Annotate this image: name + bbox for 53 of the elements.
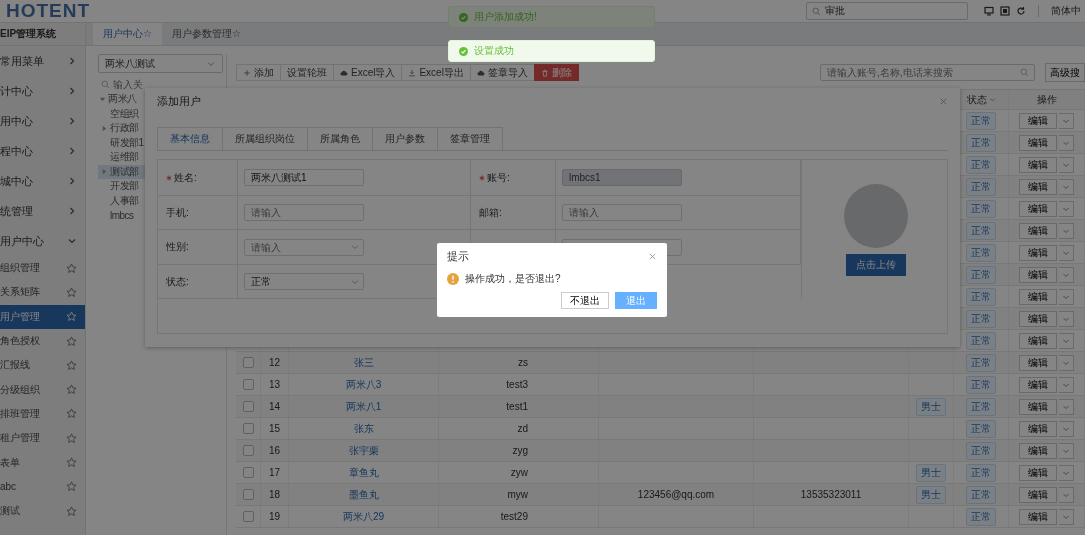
table-cell: zd (517, 423, 528, 434)
status-tag: 正常 (966, 111, 996, 130)
row-number: 14 (268, 401, 281, 412)
table-cell: zyw (510, 467, 528, 478)
table-cell: test1 (506, 401, 528, 412)
status-tag: 正常 (966, 243, 996, 262)
success-toast: 设置成功 (448, 40, 655, 62)
status-tag: 正常 (966, 221, 996, 240)
status-tag: 正常 (966, 309, 996, 328)
table-cell: test29 (500, 511, 528, 522)
status-tag: 正常 (966, 441, 996, 460)
gender-tag: 男士 (916, 463, 946, 482)
table-cell: 123456@qq.com (637, 489, 715, 500)
status-tag: 正常 (966, 199, 996, 218)
table-cell: test3 (506, 379, 528, 390)
field-label: 手机: (166, 205, 189, 220)
status-tag: 正常 (966, 397, 996, 416)
row-number: 12 (268, 357, 281, 368)
logo-text: HOTENT (5, 0, 91, 22)
row-number: 16 (268, 445, 281, 456)
status-tag: 正常 (966, 485, 996, 504)
field-label: 状态: (166, 274, 189, 289)
row-number: 19 (268, 511, 281, 522)
table-cell: 13535323011 (800, 489, 862, 500)
table-cell: myw (507, 489, 528, 500)
system-title: EIP管理系统 (0, 23, 85, 46)
success-toast: 用户添加成功! (448, 6, 655, 28)
status-tag: 正常 (966, 463, 996, 482)
row-number: 18 (268, 489, 281, 500)
status-tag: 正常 (966, 419, 996, 438)
field-label: 邮箱: (479, 205, 502, 220)
field-label: 姓名: (174, 170, 197, 185)
status-tag: 正常 (966, 177, 996, 196)
table-cell: zs (518, 357, 528, 368)
status-tag: 正常 (966, 353, 996, 372)
field-label: 性别: (166, 240, 189, 254)
status-tag: 正常 (966, 265, 996, 284)
status-tag: 正常 (966, 331, 996, 350)
status-tag: 正常 (966, 155, 996, 174)
field-label: 账号: (487, 170, 510, 185)
dialog-title: 提示 (447, 249, 469, 264)
gender-tag: 男士 (916, 397, 946, 416)
table-cell: zyg (512, 445, 528, 456)
row-number: 13 (268, 379, 281, 390)
status-tag: 正常 (966, 133, 996, 152)
dialog-title: 添加用户 (157, 93, 201, 109)
status-tag: 正常 (966, 507, 996, 526)
status-tag: 正常 (966, 287, 996, 306)
status-tag: 正常 (966, 375, 996, 394)
row-number: 15 (268, 423, 281, 434)
row-number: 17 (268, 467, 281, 478)
gender-tag: 男士 (916, 485, 946, 504)
dialog-message: 操作成功，是否退出? (465, 272, 561, 286)
